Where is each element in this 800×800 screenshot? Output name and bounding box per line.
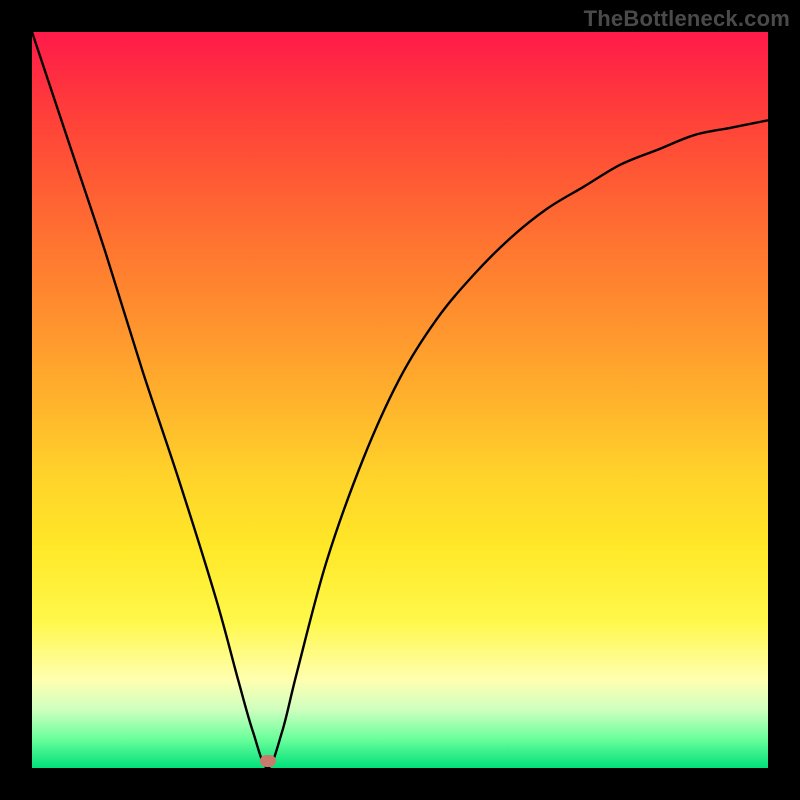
bottleneck-curve [32, 32, 768, 768]
chart-frame [32, 32, 768, 768]
curve-path [32, 32, 768, 768]
watermark-text: TheBottleneck.com [584, 6, 790, 32]
minimum-marker [260, 755, 276, 767]
